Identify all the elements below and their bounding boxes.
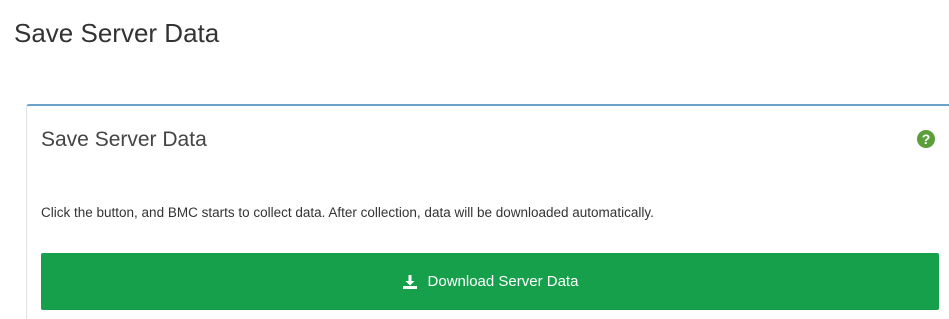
save-server-data-panel: Save Server Data ? Click the button, and… (26, 104, 949, 319)
download-server-data-button[interactable]: Download Server Data (41, 253, 939, 310)
panel-description: Click the button, and BMC starts to coll… (41, 205, 654, 220)
panel-title: Save Server Data (41, 128, 207, 151)
download-button-label: Download Server Data (427, 273, 579, 290)
help-icon[interactable]: ? (917, 130, 935, 148)
page-title: Save Server Data (14, 18, 220, 48)
content-area: Save Server Data ? Click the button, and… (0, 100, 949, 319)
download-icon (402, 274, 418, 290)
page-header: Save Server Data (0, 0, 949, 100)
